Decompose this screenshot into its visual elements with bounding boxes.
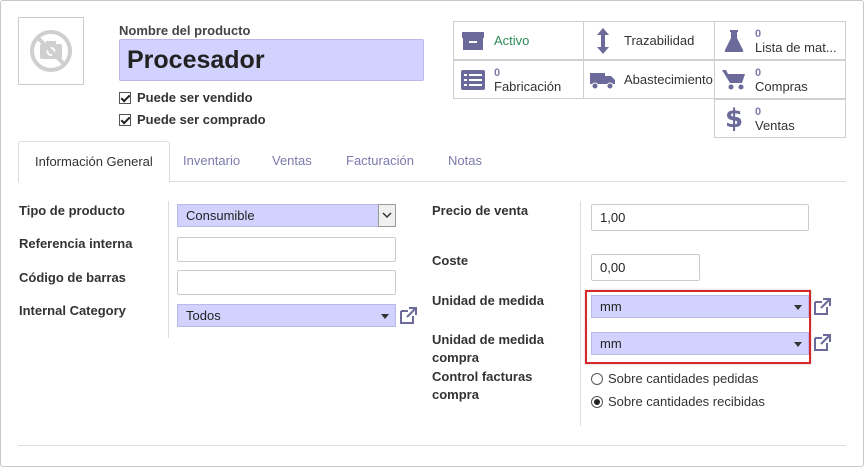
manufacturing-button[interactable]: 0 Fabricación <box>453 60 584 99</box>
purchases-button[interactable]: 0 Compras <box>714 60 846 99</box>
notebook-tabs: Información General Inventario Ventas Fa… <box>18 141 846 183</box>
tab-sales[interactable]: Ventas <box>256 141 328 182</box>
uom-value: mm <box>600 299 622 314</box>
active-label: Activo <box>494 32 530 48</box>
left-column-separator <box>168 201 169 338</box>
product-image[interactable] <box>18 17 84 85</box>
product-name-input[interactable] <box>119 39 424 81</box>
uom-label: Unidad de medida <box>432 293 544 308</box>
truck-icon <box>590 70 616 90</box>
can-be-purchased-label: Puede ser comprado <box>137 112 266 127</box>
chevron-down-icon[interactable] <box>378 204 396 227</box>
radio-received-label: Sobre cantidades recibidas <box>608 394 765 409</box>
caret-down-icon <box>794 305 802 310</box>
manufacturing-label: Fabricación <box>494 78 562 94</box>
can-be-purchased-row[interactable]: Puede ser comprado <box>119 112 266 127</box>
arrows-v-icon <box>590 27 616 54</box>
active-button[interactable]: Activo <box>453 21 584 60</box>
cart-icon <box>721 69 747 91</box>
uom-po-label: Unidad de medida compra <box>432 331 544 367</box>
category-label: Internal Category <box>19 303 126 318</box>
sales-count: 0 <box>755 105 762 118</box>
cost-label: Coste <box>432 253 469 268</box>
flask-icon <box>721 29 747 53</box>
external-link-icon[interactable] <box>813 334 831 352</box>
product-type-value: Consumible <box>186 208 255 223</box>
product-type-label: Tipo de producto <box>19 203 125 218</box>
can-be-sold-checkbox[interactable] <box>119 91 131 104</box>
product-type-select[interactable]: Consumible <box>177 204 396 227</box>
purchase-control-label-line2: compra <box>432 387 479 402</box>
sale-price-label: Precio de venta <box>432 203 529 218</box>
traceability-label: Trazabilidad <box>624 32 695 48</box>
category-select[interactable]: Todos <box>177 304 396 327</box>
tab-invoicing[interactable]: Facturación <box>330 141 430 182</box>
archive-icon <box>460 31 486 51</box>
manufacturing-count: 0 <box>494 66 501 79</box>
radio-ordered-label: Sobre cantidades pedidas <box>608 371 759 386</box>
purchase-control-option-ordered[interactable]: Sobre cantidades pedidas <box>591 371 758 386</box>
radio-received[interactable] <box>591 395 603 408</box>
uom-po-label-line2: compra <box>432 350 479 365</box>
bom-count: 0 <box>755 27 762 40</box>
category-value: Todos <box>186 308 221 323</box>
bottom-divider <box>18 445 846 446</box>
external-link-icon[interactable] <box>399 307 417 325</box>
list-icon <box>460 69 486 90</box>
bom-button[interactable]: 0 Lista de mat... <box>714 21 846 60</box>
barcode-label: Código de barras <box>19 270 126 285</box>
bom-label: Lista de mat... <box>755 39 837 55</box>
caret-down-icon <box>794 342 802 347</box>
internal-ref-input[interactable] <box>177 237 396 262</box>
dollar-icon: $ <box>724 103 744 134</box>
caret-down-icon <box>381 314 389 319</box>
tab-general-info[interactable]: Información General <box>18 141 170 183</box>
external-link-icon[interactable] <box>813 298 831 316</box>
right-column-separator <box>580 201 581 426</box>
tab-inventory[interactable]: Inventario <box>167 141 256 182</box>
purchases-count: 0 <box>755 66 762 79</box>
purchase-control-label-line1: Control facturas <box>432 369 533 384</box>
tab-notes[interactable]: Notas <box>432 141 498 182</box>
internal-ref-label: Referencia interna <box>19 236 133 251</box>
no-camera-icon <box>30 30 72 72</box>
product-name-label: Nombre del producto <box>119 23 251 38</box>
supply-label: Abastecimiento <box>624 71 713 87</box>
uom-select[interactable]: mm <box>591 295 809 318</box>
uom-po-value: mm <box>600 336 622 351</box>
sales-button[interactable]: $ 0 Ventas <box>714 99 846 138</box>
supply-button[interactable]: Abastecimiento <box>583 60 715 99</box>
can-be-sold-label: Puede ser vendido <box>137 90 253 105</box>
uom-po-label-line1: Unidad de medida <box>432 332 544 347</box>
can-be-sold-row[interactable]: Puede ser vendido <box>119 90 253 105</box>
purchases-label: Compras <box>755 78 808 94</box>
purchase-control-option-received[interactable]: Sobre cantidades recibidas <box>591 394 765 409</box>
can-be-purchased-checkbox[interactable] <box>119 113 131 126</box>
traceability-button[interactable]: Trazabilidad <box>583 21 715 60</box>
barcode-input[interactable] <box>177 270 396 295</box>
uom-po-select[interactable]: mm <box>591 332 809 355</box>
purchase-control-label: Control facturas compra <box>432 368 532 404</box>
radio-ordered[interactable] <box>591 372 603 385</box>
sale-price-input[interactable] <box>591 204 809 231</box>
cost-input[interactable] <box>591 254 700 281</box>
sales-label: Ventas <box>755 117 795 133</box>
